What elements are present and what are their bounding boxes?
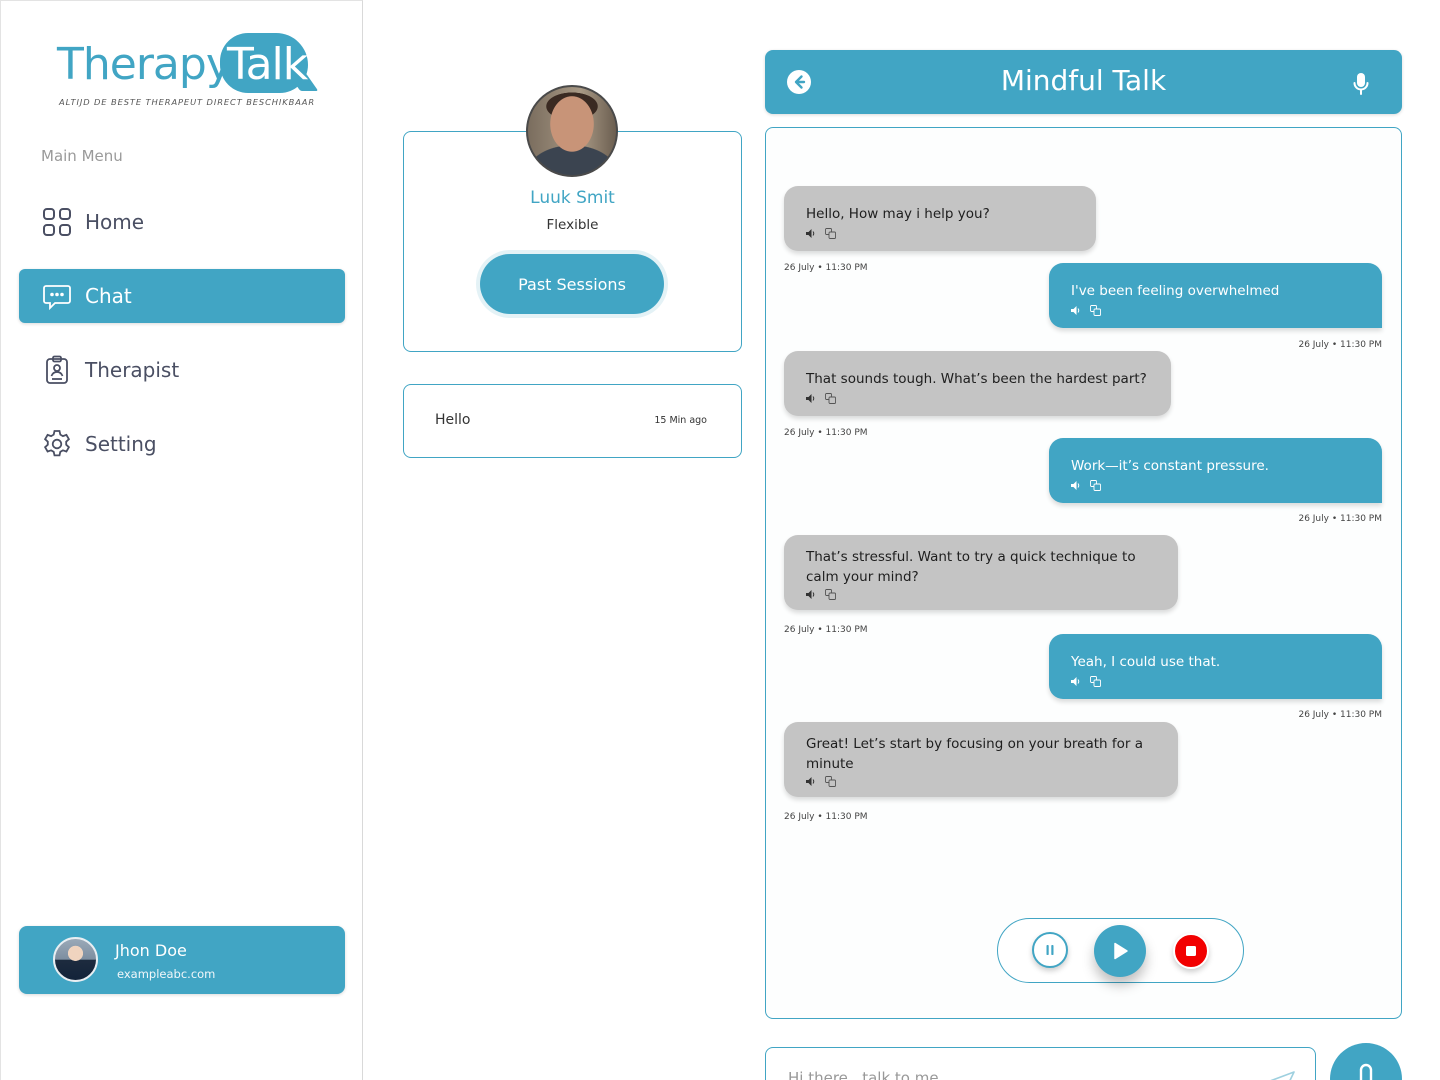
sidebar-item-label: Therapist (85, 358, 180, 382)
microphone-icon (1359, 1063, 1373, 1080)
gear-icon (41, 428, 73, 460)
play-icon (1114, 942, 1128, 960)
message-timestamp: 26 July • 11:30 PM (1298, 710, 1382, 720)
message-bubble-incoming: Great! Let’s start by focusing on your b… (784, 722, 1178, 797)
message-text: That’s stressful. Want to try a quick te… (806, 549, 1136, 585)
sidebar-item-home[interactable]: Home (19, 195, 345, 249)
logo-text-talk: Talk (227, 39, 308, 90)
message-bubble-outgoing: Work—it’s constant pressure. (1049, 438, 1382, 503)
user-avatar (53, 937, 98, 982)
grid-icon (41, 206, 73, 238)
stop-icon (1186, 946, 1196, 956)
speaker-icon[interactable] (806, 229, 816, 238)
message-timestamp: 26 July • 11:30 PM (784, 428, 868, 438)
message-text: Hello, How may i help you? (806, 206, 990, 222)
chat-bubble-icon (41, 280, 73, 312)
main-menu-title: Main Menu (41, 147, 123, 165)
message-input-container (765, 1047, 1316, 1080)
speaker-icon[interactable] (806, 394, 816, 403)
sidebar-item-label: Chat (85, 284, 132, 308)
message-timestamp: 26 July • 11:30 PM (784, 263, 868, 273)
translate-icon[interactable] (825, 228, 836, 239)
message-timestamp: 26 July • 11:30 PM (784, 812, 868, 822)
stop-button[interactable] (1173, 933, 1209, 969)
translate-icon[interactable] (825, 393, 836, 404)
message-bubble-incoming: That sounds tough. What’s been the harde… (784, 351, 1171, 416)
therapist-name: Luuk Smit (530, 188, 615, 208)
translate-icon[interactable] (825, 589, 836, 600)
speaker-icon[interactable] (1071, 677, 1081, 686)
voice-record-button[interactable] (1330, 1043, 1402, 1080)
message-timestamp: 26 July • 11:30 PM (784, 625, 868, 635)
message-text: That sounds tough. What’s been the harde… (806, 371, 1147, 387)
chat-title: Mindful Talk (1000, 64, 1167, 97)
translate-icon[interactable] (825, 776, 836, 787)
clipboard-user-icon (41, 354, 73, 386)
message-text: Work—it’s constant pressure. (1071, 458, 1269, 474)
play-button[interactable] (1094, 925, 1146, 977)
therapist-avatar (526, 85, 618, 177)
user-name: Jhon Doe (115, 941, 187, 960)
message-bubble-outgoing: I've been feeling overwhelmed (1049, 263, 1382, 328)
user-profile-card[interactable]: Jhon Doe exampleabc.com (19, 926, 345, 994)
session-list-item[interactable]: Hello 15 Min ago (403, 384, 742, 458)
message-bubble-outgoing: Yeah, I could use that. (1049, 634, 1382, 699)
speaker-icon[interactable] (1071, 306, 1081, 315)
message-text: Yeah, I could use that. (1071, 654, 1221, 670)
message-text: I've been feeling overwhelmed (1071, 283, 1280, 299)
speaker-icon[interactable] (1071, 481, 1081, 490)
app-logo[interactable]: Therapy Talk ALTIJD DE BESTE THERAPEUT D… (57, 31, 317, 111)
send-icon[interactable] (1261, 1070, 1295, 1080)
microphone-icon[interactable] (1352, 72, 1370, 96)
message-bubble-incoming: That’s stressful. Want to try a quick te… (784, 535, 1178, 610)
translate-icon[interactable] (1090, 305, 1101, 316)
sidebar-item-chat[interactable]: Chat (19, 269, 345, 323)
session-time: 15 Min ago (654, 415, 707, 426)
logo-tagline: ALTIJD DE BESTE THERAPEUT DIRECT BESCHIK… (59, 97, 316, 107)
sidebar-item-therapist[interactable]: Therapist (19, 343, 345, 397)
sidebar: Therapy Talk ALTIJD DE BESTE THERAPEUT D… (0, 0, 363, 1080)
sidebar-item-label: Setting (85, 432, 157, 456)
message-timestamp: 26 July • 11:30 PM (1298, 340, 1382, 350)
sidebar-item-setting[interactable]: Setting (19, 417, 345, 471)
pause-button[interactable] (1032, 932, 1068, 968)
logo-text-therapy: Therapy (57, 39, 232, 90)
session-preview-text: Hello (435, 412, 471, 428)
speaker-icon[interactable] (806, 777, 816, 786)
message-bubble-incoming: Hello, How may i help you? (784, 186, 1096, 251)
pause-icon (1046, 945, 1054, 955)
translate-icon[interactable] (1090, 676, 1101, 687)
message-input[interactable] (788, 1066, 1228, 1080)
message-text: Great! Let’s start by focusing on your b… (806, 736, 1143, 772)
therapist-status: Flexible (546, 217, 599, 233)
sidebar-item-label: Home (85, 210, 145, 234)
message-timestamp: 26 July • 11:30 PM (1298, 514, 1382, 524)
chat-header: Mindful Talk (765, 50, 1402, 114)
past-sessions-button[interactable]: Past Sessions (476, 250, 668, 318)
past-sessions-label: Past Sessions (480, 254, 664, 314)
translate-icon[interactable] (1090, 480, 1101, 491)
speaker-icon[interactable] (806, 590, 816, 599)
user-email: exampleabc.com (117, 967, 216, 981)
